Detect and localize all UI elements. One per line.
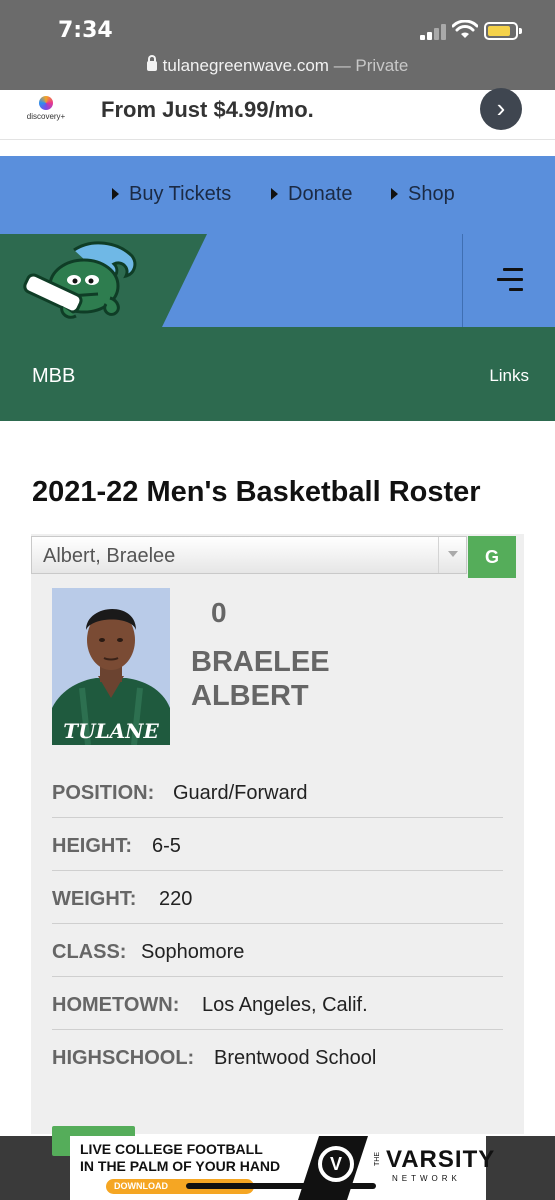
player-name: BRAELEE ALBERT (191, 645, 451, 713)
chevron-down-icon (438, 537, 466, 573)
attribute-value: Brentwood School (214, 1047, 377, 1069)
player-photo: TULANE (52, 588, 170, 745)
triangle-right-icon (391, 188, 398, 200)
triangle-right-icon (112, 188, 119, 200)
attribute-label: HEIGHT: (52, 835, 132, 857)
donate-link[interactable]: Donate (271, 183, 353, 206)
triangle-right-icon (271, 188, 278, 200)
attribute-row-highschool: HIGHSCHOOL: Brentwood School (52, 1030, 503, 1083)
ad-brand-varsity: VARSITY (386, 1146, 496, 1173)
battery-icon (484, 22, 522, 40)
status-time: 7:34 (58, 18, 113, 43)
attribute-row-weight: WEIGHT: 220 (52, 871, 503, 924)
wifi-icon (452, 20, 478, 38)
section-nav: MBB Links (0, 327, 555, 421)
player-number: 0 (211, 597, 227, 628)
url-domain: tulanegreenwave.com (162, 56, 329, 75)
bottom-ad-overlay[interactable]: LIVE COLLEGE FOOTBALL IN THE PALM OF YOU… (0, 1126, 555, 1200)
ad-copy-line-2: IN THE PALM OF YOUR HAND (80, 1158, 281, 1174)
attribute-value: Sophomore (141, 941, 245, 963)
varsity-v-logo-icon: V (318, 1146, 354, 1182)
discovery-logo-icon (39, 96, 53, 110)
top-ad-banner[interactable]: discovery+ From Just $4.99/mo. › (0, 88, 555, 140)
buy-tickets-label: Buy Tickets (129, 183, 232, 205)
ad-brand-name: discovery+ (26, 112, 66, 121)
hamburger-menu-icon[interactable] (497, 268, 523, 292)
tulane-wave-logo[interactable] (22, 240, 142, 324)
attribute-row-class: CLASS: Sophomore (52, 924, 503, 977)
ad-brand-network: NETWORK (392, 1174, 461, 1183)
donate-label: Donate (288, 183, 353, 205)
address-bar[interactable]: tulanegreenwave.com — Private (0, 55, 555, 76)
player-select-value: Albert, Braelee (43, 545, 176, 567)
sport-nav-label[interactable]: MBB (32, 365, 75, 388)
attribute-value: Los Angeles, Calif. (202, 994, 368, 1016)
attribute-value: 6-5 (152, 835, 181, 857)
ad-copy: LIVE COLLEGE FOOTBALL IN THE PALM OF YOU… (80, 1141, 280, 1175)
ad-brand-logo: discovery+ (26, 96, 66, 121)
utility-nav: Buy Tickets Donate Shop (0, 156, 555, 234)
page-title: 2021-22 Men's Basketball Roster (32, 476, 481, 508)
attribute-value: 220 (159, 888, 193, 910)
cellular-signal-icon (420, 24, 446, 40)
lock-icon (146, 55, 157, 71)
player-attributes: POSITION: Guard/Forward HEIGHT: 6-5 WEIG… (52, 765, 503, 1083)
attribute-label: HOMETOWN: (52, 994, 180, 1016)
site-header (0, 234, 555, 327)
shop-label: Shop (408, 183, 455, 205)
links-menu[interactable]: Links (489, 366, 529, 386)
varsity-network-ad[interactable]: LIVE COLLEGE FOOTBALL IN THE PALM OF YOU… (70, 1136, 494, 1200)
ad-brand-the: THE (374, 1152, 381, 1166)
player-last-name: ALBERT (191, 680, 309, 712)
attribute-value: Guard/Forward (173, 782, 308, 804)
player-first-name: BRAELEE (191, 646, 330, 678)
attribute-label: WEIGHT: (52, 888, 137, 910)
jersey-text: TULANE (63, 719, 159, 743)
private-mode-label: — Private (333, 56, 409, 75)
home-indicator[interactable] (186, 1183, 376, 1189)
shop-link[interactable]: Shop (391, 183, 455, 206)
attribute-label: CLASS: (52, 941, 127, 963)
player-select[interactable]: Albert, Braelee (31, 536, 467, 574)
attribute-row-hometown: HOMETOWN: Los Angeles, Calif. (52, 977, 503, 1030)
status-bar: 7:34 tulanegreenwave.com — Private (0, 0, 555, 90)
ad-next-button[interactable]: › (480, 88, 522, 130)
attribute-label: HIGHSCHOOL: (52, 1047, 195, 1069)
header-divider (462, 234, 463, 327)
go-button[interactable]: G (468, 536, 516, 578)
ad-headline: From Just $4.99/mo. (101, 97, 314, 122)
attribute-row-height: HEIGHT: 6-5 (52, 818, 503, 871)
attribute-row-position: POSITION: Guard/Forward (52, 765, 503, 818)
ad-copy-line-1: LIVE COLLEGE FOOTBALL (80, 1141, 263, 1157)
buy-tickets-link[interactable]: Buy Tickets (112, 183, 231, 206)
attribute-label: POSITION: (52, 782, 155, 804)
chevron-right-icon: › (496, 93, 506, 123)
